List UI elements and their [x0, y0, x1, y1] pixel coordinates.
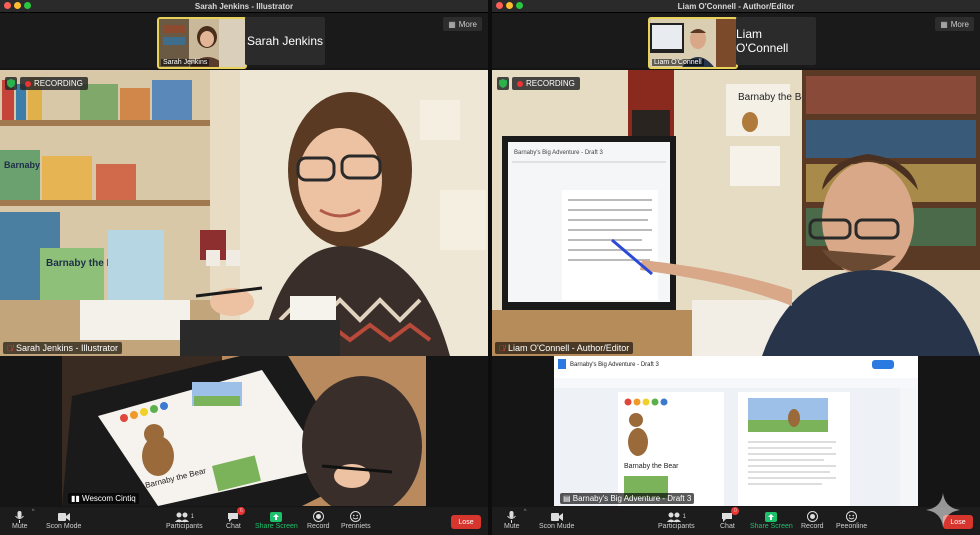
chevron-up-icon[interactable]: ^ — [32, 509, 35, 515]
title-bar: Sarah Jenkins - Illustrator — [0, 0, 488, 13]
record-dot-icon — [25, 80, 31, 87]
shared-screen-label: ▮▮ Wescom Cintiq — [68, 493, 139, 504]
speaker-video-sarah: Barnaby Barnaby the Bear — [0, 70, 488, 356]
minimize-window-button[interactable] — [506, 2, 513, 9]
meeting-toolbar: Mute ^ Scon Mude 1 Participants 0 Chat S… — [492, 507, 980, 535]
self-view-name: Sarah Jenkins — [161, 59, 210, 66]
chat-button[interactable]: 0 Chat — [720, 507, 740, 530]
speaker-name-label: 🎙̸ Liam O'Connell - Author/Editor — [495, 342, 634, 354]
window-controls — [4, 2, 31, 9]
reactions-button[interactable]: Peeonline — [836, 510, 867, 530]
people-icon: 1 — [174, 510, 194, 523]
monitor-doc-title: Barnaby's Big Adventure - Draft 3 — [514, 150, 604, 156]
zoom-window-left: Sarah Jenkins - Illustrator Sarah Jenkin… — [0, 0, 488, 535]
chevron-up-icon[interactable]: ^ — [524, 509, 527, 515]
book-title-text: Barnaby — [4, 160, 40, 170]
recording-indicator: RECORDING — [20, 77, 88, 90]
scan-mode-button[interactable]: Scon Mude — [539, 510, 574, 530]
participant-strip: Sarah Jenkins Sarah Jenkins ▦ More — [0, 13, 488, 69]
smiley-icon — [846, 510, 858, 523]
share-arrow-icon — [270, 510, 283, 523]
participants-button[interactable]: 1 Participants — [658, 510, 695, 530]
maximize-window-button[interactable] — [24, 2, 31, 9]
security-icon[interactable] — [497, 77, 509, 90]
doc-title-text: Barnaby's Big Adventure - Draft 3 — [570, 362, 660, 368]
doc-caption-text: Barnaby the Bear — [624, 463, 679, 470]
self-view-tile[interactable]: Sarah Jenkins — [157, 17, 247, 69]
close-window-button[interactable] — [496, 2, 503, 9]
chat-bubble-icon: 0 — [721, 507, 740, 523]
reactions-button[interactable]: Prenniets — [341, 510, 371, 530]
speaker-name-label: 🎙̸ Sarah Jenkins - Illustrator — [3, 342, 123, 354]
participants-button[interactable]: 1 Participants — [166, 510, 203, 530]
smiley-icon — [350, 510, 362, 523]
self-view-name: Liam O'Connell — [652, 59, 704, 66]
shared-screen-tile[interactable]: Barnaby's Big Adventure - Draft 3 Barnab… — [554, 356, 918, 506]
chat-bubble-icon: 6 — [227, 507, 246, 523]
security-icon[interactable] — [5, 77, 17, 90]
grid-icon: ▦ — [448, 19, 456, 29]
record-dot-icon — [517, 80, 523, 87]
doc-icon: ▤ — [563, 494, 571, 503]
record-button[interactable]: Record — [801, 510, 824, 530]
shared-screen-label: ▤ Barnaby's Big Adventure - Draft 3 — [560, 493, 695, 504]
video-camera-icon — [550, 510, 563, 523]
chat-button[interactable]: 6 Chat — [226, 507, 246, 530]
window-title: Sarah Jenkins - Illustrator — [194, 1, 294, 11]
meeting-toolbar: Mute ^ Scon Mode 1 Participants 6 Chat S… — [0, 507, 488, 535]
scan-mode-button[interactable]: Scon Mode — [46, 510, 81, 530]
people-icon: 1 — [666, 510, 686, 523]
microphone-icon — [15, 510, 25, 523]
mic-muted-icon: 🎙̸ — [499, 343, 505, 353]
mute-button[interactable]: Mute ^ — [12, 509, 35, 530]
record-button[interactable]: Record — [307, 510, 330, 530]
microphone-icon — [507, 510, 517, 523]
main-video-tile: Barnaby the Bear Barnaby's Big Adventure… — [492, 70, 980, 356]
shared-screen-tile[interactable]: Barnaby the Bear ▮▮ Wescom Cintiq — [62, 356, 426, 506]
shared-document-view: Barnaby's Big Adventure - Draft 3 Barnab… — [554, 356, 918, 506]
title-bar: Liam O'Connell - Author/Editor — [492, 0, 980, 13]
sparkle-icon — [926, 493, 960, 527]
share-screen-button[interactable]: Share Screen — [255, 510, 298, 530]
more-participants-button[interactable]: ▦ More — [935, 17, 974, 31]
maximize-window-button[interactable] — [516, 2, 523, 9]
strip-participant-name: Sarah Jenkins — [245, 17, 325, 65]
window-title: Liam O'Connell - Author/Editor — [677, 1, 795, 11]
video-camera-icon — [57, 510, 70, 523]
zoom-window-right: Liam O'Connell - Author/Editor Liam O'Co… — [492, 0, 980, 535]
participant-strip: Liam O'Connell Liam O'Connell ▦ More — [492, 13, 980, 69]
grid-icon: ▦ — [940, 19, 948, 29]
strip-participant-name: Liam O'Connell — [736, 17, 816, 65]
close-window-button[interactable] — [4, 2, 11, 9]
mic-muted-icon: 🎙̸ — [7, 343, 13, 353]
chat-badge: 6 — [237, 507, 246, 515]
speaker-video-liam: Barnaby the Bear Barnaby's Big Adventure… — [492, 70, 980, 356]
share-screen-button[interactable]: Share Screen — [750, 510, 793, 530]
record-icon — [806, 510, 818, 523]
share-arrow-icon — [765, 510, 778, 523]
self-view-tile[interactable]: Liam O'Connell — [648, 17, 738, 69]
recording-indicator: RECORDING — [512, 77, 580, 90]
chat-badge: 0 — [731, 507, 740, 515]
signal-icon: ▮▮ — [71, 494, 80, 503]
leave-button[interactable]: Lose — [451, 515, 481, 529]
window-controls — [496, 2, 523, 9]
mute-button[interactable]: Mute ^ — [504, 509, 527, 530]
shared-tablet-video: Barnaby the Bear — [62, 356, 426, 506]
main-video-tile: Barnaby Barnaby the Bear RECORDING 🎙̸ Sa… — [0, 70, 488, 356]
record-icon — [312, 510, 324, 523]
minimize-window-button[interactable] — [14, 2, 21, 9]
more-participants-button[interactable]: ▦ More — [443, 17, 482, 31]
